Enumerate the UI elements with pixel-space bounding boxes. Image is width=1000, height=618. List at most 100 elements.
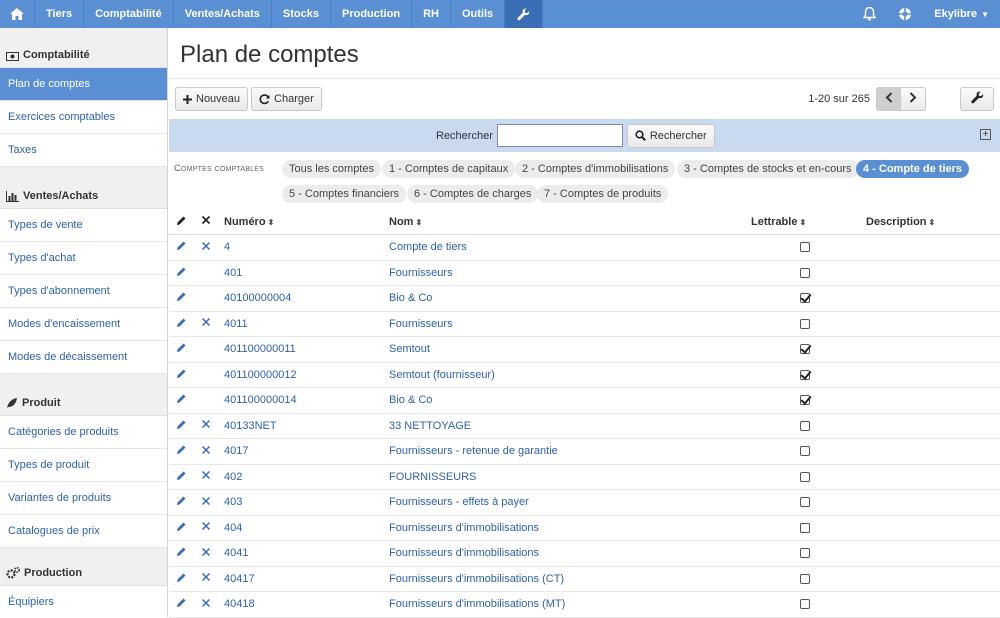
previous-page-button[interactable] xyxy=(876,87,901,111)
nav-item-outils[interactable]: Outils xyxy=(451,0,506,28)
account-name-link[interactable]: Fournisseurs xyxy=(389,267,453,279)
account-name-link[interactable]: Bio & Co xyxy=(389,394,432,406)
load-button[interactable]: Charger xyxy=(251,87,322,111)
column-header-description[interactable]: Description ⬍ xyxy=(866,216,935,228)
help-button[interactable] xyxy=(887,0,923,28)
nav-item-stocks[interactable]: Stocks xyxy=(272,0,331,28)
account-number-link[interactable]: 401100000012 xyxy=(224,369,297,381)
edit-pencil-icon[interactable] xyxy=(176,266,187,280)
sidebar-item-variantes-de-produits[interactable]: Variantes de produits xyxy=(0,482,167,515)
search-input[interactable] xyxy=(496,124,623,147)
edit-pencil-icon[interactable] xyxy=(176,419,187,433)
account-number-link[interactable]: 403 xyxy=(224,496,242,508)
nav-item-rh[interactable]: RH xyxy=(412,0,451,28)
sidebar-item-exercices-comptables[interactable]: Exercices comptables xyxy=(0,101,167,134)
account-name-link[interactable]: Bio & Co xyxy=(389,292,432,304)
filter-chip-tiers[interactable]: 4 - Compte de tiers xyxy=(856,160,970,178)
account-number-link[interactable]: 401100000011 xyxy=(224,343,296,355)
sidebar-item-categories-de-produits[interactable]: Catégories de produits xyxy=(0,416,167,449)
delete-close-icon[interactable] xyxy=(201,521,211,534)
account-name-link[interactable]: Fournisseurs d'immobilisations xyxy=(389,522,539,534)
filter-chip-all[interactable]: Tous les comptes xyxy=(282,160,381,178)
filter-chip-produits[interactable]: 7 - Comptes de produits xyxy=(537,185,669,203)
edit-pencil-icon[interactable] xyxy=(176,240,187,254)
account-number-link[interactable]: 402 xyxy=(224,471,242,483)
account-name-link[interactable]: Fournisseurs d'immobilisations (CT) xyxy=(389,573,564,585)
nav-item-settings[interactable] xyxy=(505,0,544,28)
account-name-link[interactable]: FOURNISSEURS xyxy=(389,471,476,483)
account-number-link[interactable]: 4017 xyxy=(224,445,248,457)
nav-item-production[interactable]: Production xyxy=(331,0,413,28)
edit-pencil-icon[interactable] xyxy=(176,291,187,305)
nav-item-comptabilite[interactable]: Comptabilité xyxy=(84,0,174,28)
account-name-link[interactable]: Semtout xyxy=(389,343,430,355)
account-number-link[interactable]: 401 xyxy=(224,267,242,279)
edit-pencil-icon[interactable] xyxy=(176,342,187,356)
nav-item-tiers[interactable]: Tiers xyxy=(35,0,85,28)
delete-close-icon[interactable] xyxy=(201,317,211,330)
delete-close-icon[interactable] xyxy=(201,470,211,483)
account-number-link[interactable]: 401100000014 xyxy=(224,394,297,406)
notifications-button[interactable] xyxy=(852,0,887,28)
sidebar-item-types-de-vente[interactable]: Types de vente xyxy=(0,209,167,242)
column-header-nom[interactable]: Nom ⬍ xyxy=(389,216,422,228)
sidebar-item-types-de-produit[interactable]: Types de produit xyxy=(0,449,167,482)
filter-chip-immobilisations[interactable]: 2 - Comptes d'immobilisations xyxy=(515,160,676,178)
account-number-link[interactable]: 4041 xyxy=(224,547,248,559)
column-header-lettrable[interactable]: Lettrable ⬍ xyxy=(751,216,806,228)
account-name-link[interactable]: Semtout (fournisseur) xyxy=(389,369,495,381)
filter-chip-charges[interactable]: 6 - Comptes de charges xyxy=(407,185,539,203)
account-number-link[interactable]: 40100000004 xyxy=(224,292,291,304)
account-name-link[interactable]: Fournisseurs - retenue de garantie xyxy=(389,445,558,457)
account-number-link[interactable]: 40417 xyxy=(224,573,255,585)
delete-close-icon[interactable] xyxy=(201,496,211,509)
sidebar-item-types-d-achat[interactable]: Types d'achat xyxy=(0,242,167,275)
next-page-button[interactable] xyxy=(901,87,926,111)
account-number-link[interactable]: 40418 xyxy=(224,598,255,610)
delete-close-icon[interactable] xyxy=(201,598,211,611)
account-name-link[interactable]: Fournisseurs xyxy=(389,318,453,330)
edit-pencil-icon[interactable] xyxy=(176,393,187,407)
new-button[interactable]: Nouveau xyxy=(175,87,249,111)
column-header-numero[interactable]: Numéro ⬍ xyxy=(224,216,274,228)
sidebar-item-catalogues-de-prix[interactable]: Catalogues de prix xyxy=(0,515,167,548)
edit-pencil-icon[interactable] xyxy=(176,495,187,509)
user-menu[interactable]: Ekylibre ▼ xyxy=(923,0,1000,28)
account-number-link[interactable]: 404 xyxy=(224,522,242,534)
sidebar-item-modes-d-encaissement[interactable]: Modes d'encaissement xyxy=(0,308,167,341)
delete-close-icon[interactable] xyxy=(201,547,211,560)
edit-pencil-icon[interactable] xyxy=(176,470,187,484)
account-name-link[interactable]: 33 NETTOYAGE xyxy=(389,420,471,432)
list-settings-button[interactable] xyxy=(960,87,994,111)
sidebar-item-plan-de-comptes[interactable]: Plan de comptes xyxy=(0,68,167,101)
expand-search-icon[interactable]: + xyxy=(980,129,991,140)
filter-chip-financiers[interactable]: 5 - Comptes financiers xyxy=(282,185,407,203)
delete-close-icon[interactable] xyxy=(201,445,211,458)
account-number-link[interactable]: 4011 xyxy=(224,318,248,330)
edit-pencil-icon[interactable] xyxy=(176,521,187,535)
sidebar-item-modes-de-decaissement[interactable]: Modes de décaissement xyxy=(0,341,167,374)
edit-pencil-icon[interactable] xyxy=(176,444,187,458)
edit-pencil-icon[interactable] xyxy=(176,546,187,560)
account-name-link[interactable]: Fournisseurs - effets à payer xyxy=(389,496,529,508)
account-name-link[interactable]: Compte de tiers xyxy=(389,241,467,253)
account-name-link[interactable]: Fournisseurs d'immobilisations xyxy=(389,547,539,559)
sidebar-item-taxes[interactable]: Taxes xyxy=(0,134,167,167)
filter-chip-stocks[interactable]: 3 - Comptes de stocks et en-cours xyxy=(677,160,859,178)
edit-pencil-icon[interactable] xyxy=(176,572,187,586)
search-button[interactable]: Rechercher xyxy=(626,123,715,148)
edit-pencil-icon[interactable] xyxy=(176,597,187,611)
delete-close-icon[interactable] xyxy=(201,419,211,432)
home-button[interactable] xyxy=(0,0,35,28)
account-number-link[interactable]: 4 xyxy=(224,241,230,253)
edit-pencil-icon[interactable] xyxy=(176,317,187,331)
account-name-link[interactable]: Fournisseurs d'immobilisations (MT) xyxy=(389,598,565,610)
edit-pencil-icon[interactable] xyxy=(176,368,187,382)
nav-item-ventes-achats[interactable]: Ventes/Achats xyxy=(174,0,272,28)
delete-close-icon[interactable] xyxy=(201,241,211,254)
sidebar-item-equipiers[interactable]: Équipiers xyxy=(0,586,167,617)
delete-close-icon[interactable] xyxy=(201,572,211,585)
account-number-link[interactable]: 40133NET xyxy=(224,420,277,432)
filter-chip-capitaux[interactable]: 1 - Comptes de capitaux xyxy=(382,160,516,178)
sidebar-item-types-d-abonnement[interactable]: Types d'abonnement xyxy=(0,275,167,308)
